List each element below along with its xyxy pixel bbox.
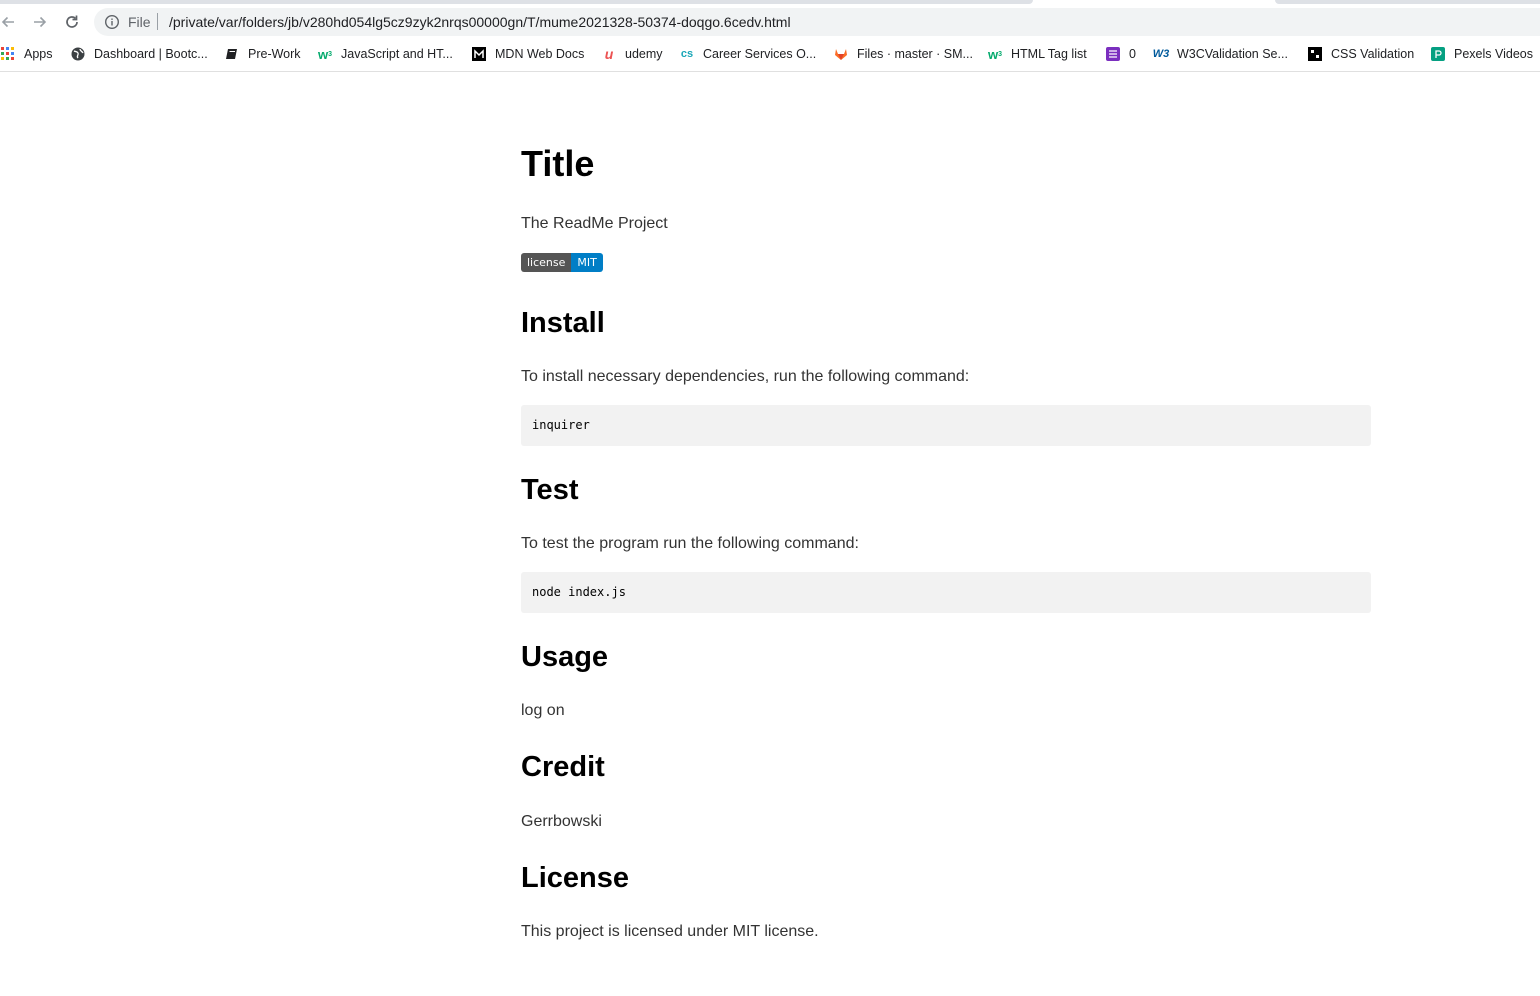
bookmark-label: Files · master · SM...	[857, 47, 973, 61]
info-icon[interactable]	[104, 14, 120, 30]
browser-toolbar: File /private/var/folders/jb/v280hd054lg…	[0, 6, 1540, 38]
w3schools-icon: w3	[317, 46, 333, 62]
reload-icon	[66, 15, 78, 28]
test-code-block: node index.js	[521, 572, 1371, 613]
globe-icon	[71, 47, 85, 61]
bookmark-career-services[interactable]: cs Career Services O...	[680, 45, 816, 63]
usage-text: log on	[521, 702, 565, 719]
bookmark-pexels-videos[interactable]: Pexels Videos	[1431, 45, 1533, 63]
bookmark-label: 0	[1129, 47, 1136, 61]
apps-grid-icon	[1, 47, 15, 61]
title-heading: Title	[521, 143, 595, 184]
install-text: To install necessary dependencies, run t…	[521, 368, 970, 385]
bookmark-label: Pexels Videos	[1454, 47, 1533, 61]
back-button[interactable]	[0, 10, 20, 34]
bookmark-label: HTML Tag list	[1011, 47, 1087, 61]
bookmark-label: Dashboard | Bootc...	[94, 47, 208, 61]
tab-background	[0, 0, 1033, 4]
title-text: The ReadMe Project	[521, 215, 668, 232]
forward-arrow-icon	[34, 16, 47, 28]
back-arrow-icon	[1, 16, 14, 28]
address-url[interactable]: /private/var/folders/jb/v280hd054lg5cz9z…	[169, 14, 791, 30]
list-icon	[1106, 47, 1120, 61]
cs-icon: cs	[680, 47, 694, 60]
usage-heading: Usage	[521, 641, 609, 673]
bookmark-udemy[interactable]: u udemy	[602, 45, 663, 63]
license-badge[interactable]: license MIT	[521, 253, 603, 272]
book-icon	[225, 47, 239, 61]
badge-value: MIT	[571, 253, 603, 272]
bookmark-zero[interactable]: 0	[1106, 45, 1136, 63]
reload-button[interactable]	[60, 10, 84, 34]
test-heading: Test	[521, 474, 579, 506]
bookmark-mdn[interactable]: MDN Web Docs	[472, 45, 584, 63]
install-code-block: inquirer	[521, 405, 1371, 446]
toolbar-divider	[0, 71, 1540, 72]
bookmark-label: JavaScript and HT...	[341, 47, 453, 61]
bookmark-dashboard[interactable]: Dashboard | Bootc...	[71, 45, 208, 63]
test-text: To test the program run the following co…	[521, 535, 859, 552]
forward-button[interactable]	[28, 10, 52, 34]
license-text: This project is licensed under MIT licen…	[521, 923, 819, 940]
mdn-icon	[472, 47, 486, 61]
bookmark-label: CSS Validation	[1331, 47, 1415, 61]
address-scheme: File	[128, 14, 151, 30]
udemy-icon: u	[604, 46, 614, 62]
address-bar[interactable]: File /private/var/folders/jb/v280hd054lg…	[94, 8, 1540, 36]
pexels-icon	[1431, 47, 1445, 61]
bookmark-label: Apps	[24, 47, 53, 61]
w3c-icon: W3	[1152, 47, 1170, 60]
bookmark-label: W3CValidation Se...	[1177, 47, 1288, 61]
install-heading: Install	[521, 307, 605, 339]
install-code: inquirer	[532, 418, 590, 432]
tab-background	[1275, 0, 1540, 4]
bookmark-css-validation[interactable]: CSS Validation	[1308, 45, 1414, 63]
bookmark-pre-work[interactable]: Pre-Work	[225, 45, 301, 63]
bookmarks-bar: Apps Dashboard | Bootc... Pre-Work w3 Ja…	[0, 40, 1540, 68]
bookmark-javascript[interactable]: w3 JavaScript and HT...	[318, 45, 453, 63]
credit-text: Gerrbowski	[521, 813, 602, 830]
badge-label: license	[521, 253, 572, 272]
bookmark-label: udemy	[625, 47, 663, 61]
credit-heading: Credit	[521, 751, 605, 783]
address-separator	[157, 13, 158, 30]
bookmark-label: Career Services O...	[703, 47, 817, 61]
w3schools-icon: w3	[987, 46, 1003, 62]
test-code: node index.js	[532, 585, 626, 599]
bookmark-html-tag-list[interactable]: w3 HTML Tag list	[988, 45, 1087, 63]
css-validation-icon	[1308, 47, 1322, 61]
bookmark-apps[interactable]: Apps	[1, 45, 53, 63]
bookmark-label: MDN Web Docs	[495, 47, 585, 61]
bookmark-label: Pre-Work	[248, 47, 301, 61]
bookmark-gitlab-files[interactable]: Files · master · SM...	[834, 45, 973, 63]
bookmark-w3c-validation[interactable]: W3 W3CValidation Se...	[1152, 45, 1288, 63]
license-heading: License	[521, 862, 629, 894]
gitlab-icon	[834, 47, 848, 61]
